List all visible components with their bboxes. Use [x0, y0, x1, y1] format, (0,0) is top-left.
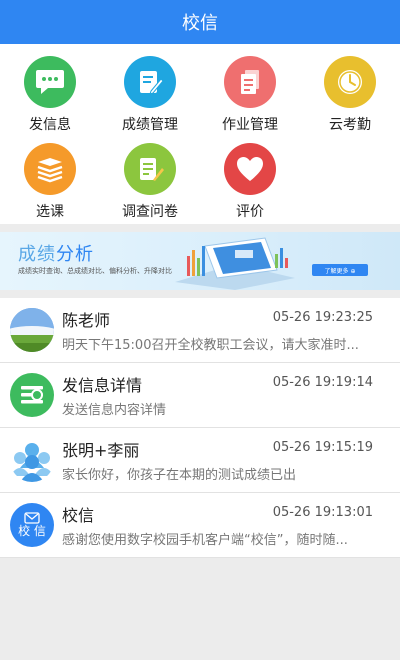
- message-preview: 明天下午15:00召开全校教职工会议，请大家准时...: [62, 338, 359, 353]
- banner-subtitle: 成绩实时查询、总成绩对比、偏科分析、升降对比: [18, 267, 172, 275]
- menu-item-grade-management[interactable]: 成绩管理: [100, 50, 200, 138]
- heart-icon: [224, 143, 276, 195]
- banner-title: 成绩分析: [18, 240, 94, 266]
- sender-name: 张明+李丽: [62, 441, 140, 460]
- chat-bubble-icon: [24, 56, 76, 108]
- sender-name: 发信息详情: [62, 376, 143, 395]
- dashboard-illustration-icon: [175, 237, 295, 290]
- grade-analysis-banner[interactable]: 成绩分析 成绩实时查询、总成绩对比、偏科分析、升降对比 了解更多 ⊕: [0, 232, 400, 290]
- message-preview: 家长你好，你孩子在本期的测试成绩已出: [62, 468, 297, 483]
- menu-item-course-selection[interactable]: 选课: [0, 137, 100, 225]
- app-header: 校信: [0, 0, 400, 44]
- sender-name: 校信: [62, 506, 95, 525]
- menu-item-label: 发信息: [29, 117, 71, 133]
- message-time: 05-26 19:19:14: [272, 375, 373, 390]
- message-time: 05-26 19:13:01: [272, 505, 373, 520]
- message-item[interactable]: 校 信 校信 05-26 19:13:01 感谢您使用数字校园手机客户端“校信”…: [0, 493, 400, 558]
- message-time: 05-26 19:15:19: [272, 440, 373, 455]
- menu-item-label: 评价: [236, 204, 264, 220]
- edit-document-icon: [124, 56, 176, 108]
- book-stack-icon: [24, 143, 76, 195]
- menu-item-homework-management[interactable]: 作业管理: [200, 50, 300, 138]
- menu-item-label: 调查问卷: [122, 204, 178, 220]
- group-users-icon: [10, 438, 54, 482]
- menu-item-send-message[interactable]: 发信息: [0, 50, 100, 138]
- menu-item-label: 云考勤: [329, 117, 371, 133]
- banner-title-part1: 成绩: [18, 244, 56, 265]
- documents-icon: [224, 56, 276, 108]
- survey-pencil-icon: [124, 143, 176, 195]
- logo-text: 校 信: [18, 524, 46, 538]
- xiaoxin-logo-icon: 校 信: [10, 503, 54, 547]
- menu-item-label: 作业管理: [222, 117, 278, 133]
- learn-more-button[interactable]: 了解更多 ⊕: [312, 264, 368, 276]
- landscape-avatar: [10, 308, 54, 352]
- menu-item-cloud-attendance[interactable]: 云考勤: [300, 50, 400, 138]
- message-preview: 感谢您使用数字校园手机客户端“校信”，随时随...: [62, 533, 348, 548]
- menu-item-label: 成绩管理: [122, 117, 178, 133]
- menu-item-label: 选课: [36, 204, 64, 220]
- banner-title-part2: 分析: [56, 244, 94, 265]
- message-preview: 发送信息内容详情: [62, 403, 167, 418]
- clock-icon: [324, 56, 376, 108]
- message-item[interactable]: 张明+李丽 05-26 19:15:19 家长你好，你孩子在本期的测试成绩已出: [0, 428, 400, 493]
- message-time: 05-26 19:23:25: [272, 310, 373, 325]
- message-list: 陈老师 05-26 19:23:25 明天下午15:00召开全校教职工会议，请大…: [0, 298, 400, 558]
- page-title: 校信: [182, 13, 218, 34]
- message-list-icon: [10, 373, 54, 417]
- menu-item-evaluation[interactable]: 评价: [200, 137, 300, 225]
- menu-item-survey[interactable]: 调查问卷: [100, 137, 200, 225]
- message-item[interactable]: 发信息详情 05-26 19:19:14 发送信息内容详情: [0, 363, 400, 428]
- message-item[interactable]: 陈老师 05-26 19:23:25 明天下午15:00召开全校教职工会议，请大…: [0, 298, 400, 363]
- feature-menu: 发信息 成绩管理 作业管理 云考勤 选课 调查问卷 评价: [0, 44, 400, 224]
- sender-name: 陈老师: [62, 311, 111, 330]
